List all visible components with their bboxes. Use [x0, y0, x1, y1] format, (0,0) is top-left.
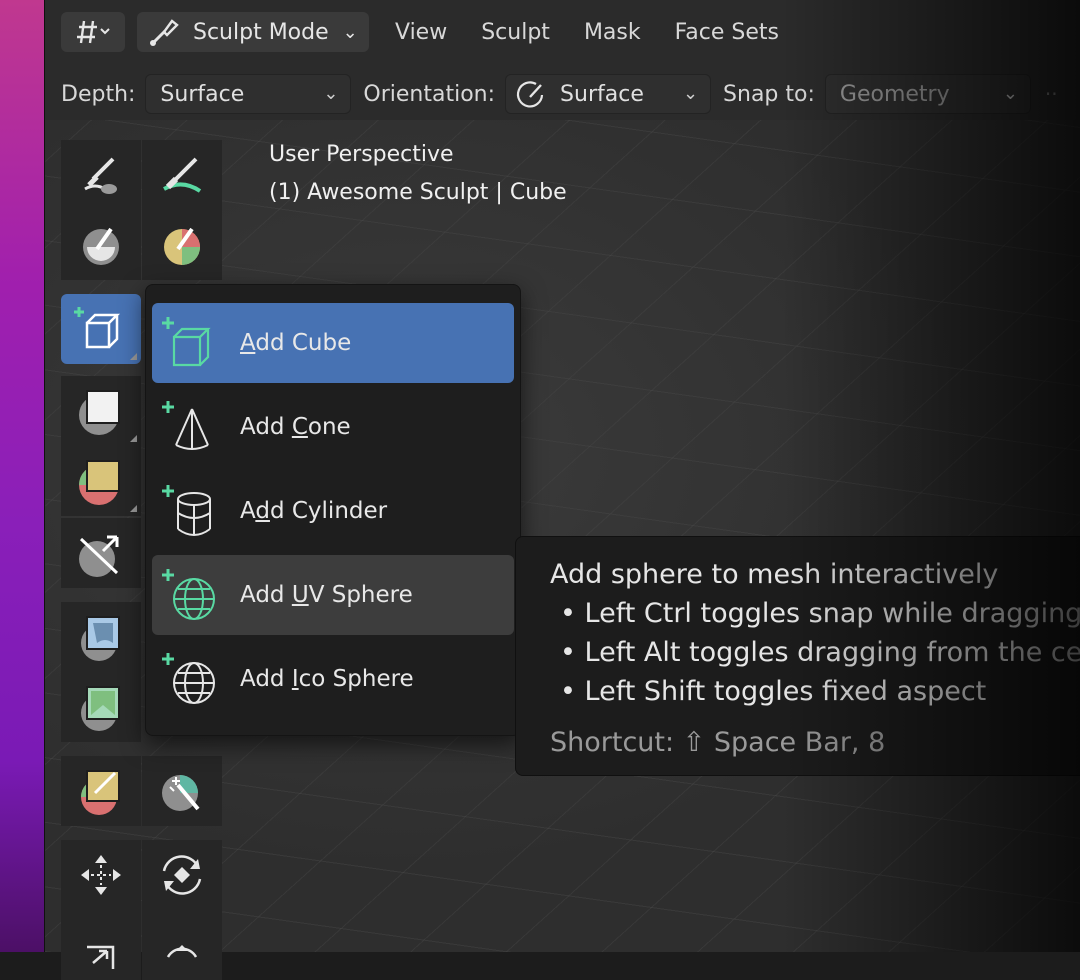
rotate-icon	[162, 855, 202, 895]
tool-settings-bar: Depth: Surface ⌄ Orientation: Surface ⌄ …	[45, 68, 1080, 120]
add-cone-icon	[162, 401, 209, 450]
tool-mesh-filter[interactable]	[61, 602, 141, 672]
tool-paint[interactable]	[142, 140, 222, 210]
viewport-header: Sculpt Mode ⌄ View Sculpt Mask Face Sets	[45, 0, 1080, 64]
add-cube-icon	[74, 307, 121, 349]
chevron-down-icon: ⌄	[1002, 83, 1018, 104]
tooltip-bullet: • Left Alt toggles dragging from the cen…	[560, 637, 1080, 668]
paint-brush-icon	[163, 157, 202, 193]
tool-mask-by-color[interactable]	[142, 756, 222, 826]
menu-sculpt[interactable]: Sculpt	[481, 20, 550, 45]
box-face-set-icon	[79, 460, 120, 505]
add-cylinder-icon	[162, 485, 211, 536]
cloth-filter-icon	[81, 686, 120, 731]
submenu-corner-icon	[130, 505, 137, 512]
menu-item-label: Add Cube	[240, 330, 352, 356]
tool-add-primitive[interactable]	[61, 294, 141, 364]
menu-item-add-cone[interactable]: Add Cone	[152, 387, 514, 467]
tool-face-set-edit[interactable]	[61, 756, 141, 826]
add-cube-icon	[162, 317, 211, 367]
brush-paint-icon	[84, 157, 117, 194]
snap-value: Geometry	[839, 81, 950, 107]
menu-item-add-ico-sphere[interactable]: Add Ico Sphere	[152, 639, 514, 719]
tool-brush[interactable]	[61, 140, 141, 210]
tool-move[interactable]	[61, 840, 141, 910]
tool-mask[interactable]	[61, 210, 141, 280]
desktop-background	[0, 0, 44, 952]
tooltip-shortcut: Shortcut: ⇧ Space Bar, 8	[550, 727, 886, 758]
menu-mask[interactable]: Mask	[584, 20, 641, 45]
menu-face-sets[interactable]: Face Sets	[675, 20, 779, 45]
menu-item-add-cube[interactable]: Add Cube	[152, 303, 514, 383]
tooltip-bullet: • Left Shift toggles fixed aspect	[560, 676, 987, 707]
snap-label: Snap to:	[723, 81, 815, 107]
tool-box-mask[interactable]	[61, 376, 141, 446]
tool-transform[interactable]	[142, 910, 222, 980]
tool-rotate[interactable]	[142, 840, 222, 910]
submenu-corner-icon	[130, 435, 137, 442]
depth-dropdown[interactable]: Surface ⌄	[145, 74, 352, 114]
face-set-brush-icon	[164, 227, 200, 265]
box-mask-icon	[79, 390, 120, 435]
snap-dropdown[interactable]: Geometry ⌄	[824, 74, 1031, 114]
add-ico-sphere-icon	[162, 653, 215, 704]
object-interaction-button[interactable]	[61, 12, 125, 52]
tooltip-bullet: • Left Ctrl toggles snap while dragging	[560, 598, 1080, 629]
tool-cloth-filter[interactable]	[61, 672, 141, 742]
tooltip: Add sphere to mesh interactively • Left …	[515, 536, 1080, 776]
orientation-label: Orientation:	[363, 81, 496, 107]
mesh-filter-icon	[81, 616, 120, 661]
mask-brush-icon	[83, 227, 119, 265]
transform-icon	[166, 945, 198, 958]
add-primitive-popup: Add Cube Add Cone Add Cylinder Add UV Sp…	[145, 284, 521, 736]
menu-item-label: Add Cone	[240, 414, 351, 440]
scale-icon	[87, 945, 115, 969]
sculpt-brush-icon	[150, 19, 179, 46]
orientation-surface-icon	[516, 81, 544, 108]
more-options-icon[interactable]: ··	[1045, 82, 1058, 106]
menu-item-add-cylinder[interactable]: Add Cylinder	[152, 471, 514, 551]
move-arrows-icon	[81, 855, 121, 895]
tool-line-project[interactable]	[61, 518, 141, 588]
tool-face-set[interactable]	[142, 210, 222, 280]
line-project-icon	[79, 535, 119, 577]
mode-label: Sculpt Mode	[193, 19, 329, 45]
add-uv-sphere-icon	[162, 569, 215, 620]
viewport-object-label: (1) Awesome Sculpt | Cube	[269, 180, 567, 205]
menu-view[interactable]: View	[395, 20, 447, 45]
chevron-down-icon: ⌄	[323, 83, 339, 104]
transform-gizmo-icon	[77, 20, 110, 44]
magic-wand-icon	[162, 775, 200, 811]
viewport-perspective-label: User Perspective	[269, 142, 454, 167]
menu-item-label: Add UV Sphere	[240, 582, 413, 608]
orientation-dropdown[interactable]: Surface ⌄	[505, 74, 712, 114]
orientation-value: Surface	[560, 81, 644, 107]
face-set-edit-icon	[81, 770, 120, 815]
blender-window: Sculpt Mode ⌄ View Sculpt Mask Face Sets…	[44, 0, 1080, 980]
menu-item-label: Add Ico Sphere	[240, 666, 414, 692]
depth-value: Surface	[160, 81, 245, 107]
chevron-down-icon: ⌄	[342, 21, 358, 43]
tooltip-title: Add sphere to mesh interactively	[550, 559, 999, 590]
submenu-corner-icon	[130, 353, 137, 360]
tool-scale[interactable]	[61, 910, 141, 980]
menu-item-label: Add Cylinder	[240, 498, 388, 524]
mode-selector[interactable]: Sculpt Mode ⌄	[137, 12, 369, 52]
depth-label: Depth:	[61, 81, 136, 107]
tool-box-face-set[interactable]	[61, 446, 141, 516]
chevron-down-icon: ⌄	[682, 83, 699, 104]
menu-item-add-uv-sphere[interactable]: Add UV Sphere	[152, 555, 514, 635]
